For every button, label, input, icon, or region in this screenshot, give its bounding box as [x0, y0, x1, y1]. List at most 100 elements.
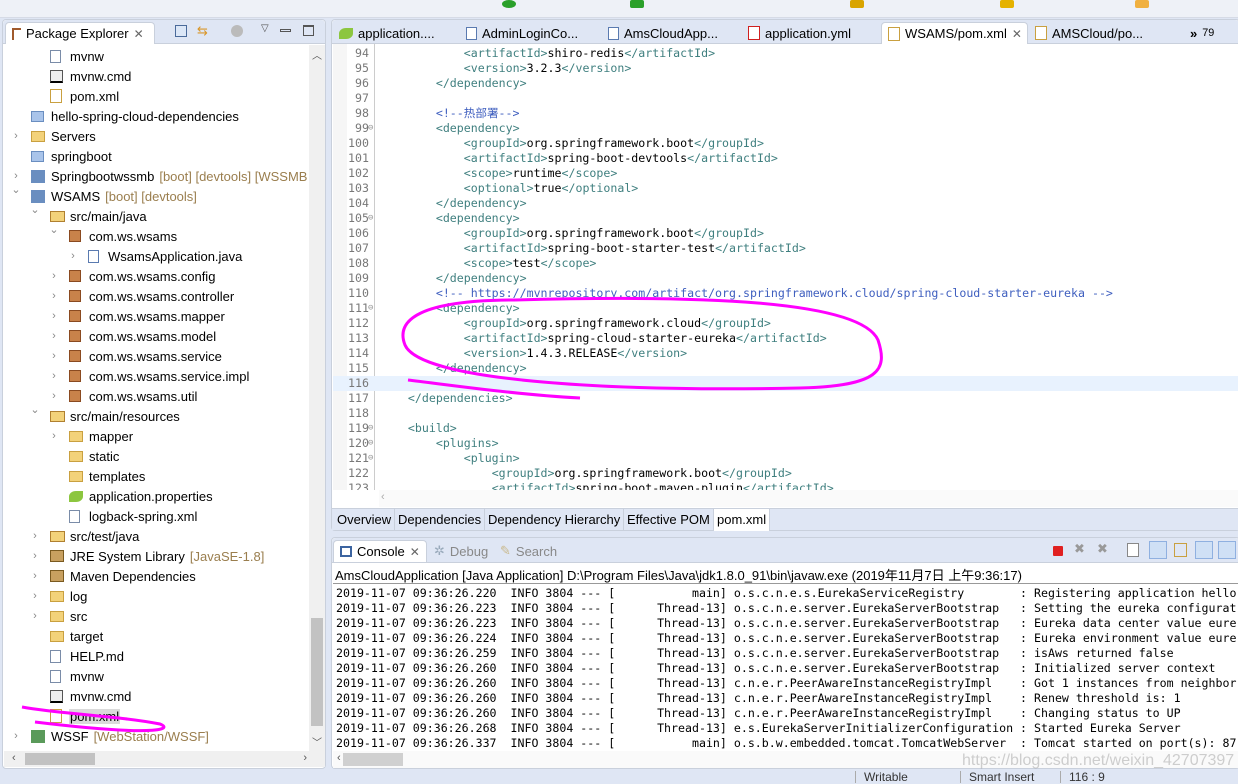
chevron-right-icon[interactable]: › — [49, 310, 59, 322]
code-line[interactable]: 108 <scope>test</scope> — [333, 256, 1238, 271]
fold-toggle-icon[interactable]: ⊖ — [368, 436, 373, 451]
scroll-up-icon[interactable]: ︿ — [312, 47, 322, 62]
code-line[interactable]: 96 </dependency> — [333, 76, 1238, 91]
code-line[interactable]: 103 <optional>true</optional> — [333, 181, 1238, 196]
tree-item[interactable]: › src — [4, 606, 88, 626]
chevron-right-icon[interactable]: › — [30, 550, 40, 562]
scroll-right-icon[interactable]: › — [303, 752, 307, 764]
chevron-right-icon[interactable]: › — [11, 730, 21, 742]
code-line[interactable]: 94 <artifactId>shiro-redis</artifactId> — [333, 46, 1238, 61]
scroll-down-icon[interactable]: ﹀ — [312, 734, 322, 749]
code-line[interactable]: 123 <artifactId>spring-boot-maven-plugin… — [333, 481, 1238, 490]
scroll-left-icon[interactable]: ‹ — [381, 491, 385, 503]
console-output[interactable]: 2019-11-07 09:36:26.220 INFO 3804 --- [ … — [332, 584, 1238, 752]
tree-item[interactable]: › mapper — [4, 426, 134, 446]
chevron-right-icon[interactable]: › — [49, 390, 59, 402]
editor-tab[interactable]: AdminLoginCo... — [460, 22, 601, 44]
chevron-right-icon[interactable]: › — [49, 370, 59, 382]
chevron-right-icon[interactable]: › — [49, 330, 59, 342]
scroll-left-icon[interactable]: ‹ — [337, 752, 341, 764]
scroll-thumb[interactable] — [343, 753, 403, 766]
tree-item[interactable]: HELP.md — [4, 646, 125, 666]
code-line[interactable]: 111 ⊖ <dependency> — [333, 301, 1238, 316]
tree-item[interactable]: › Maven Dependencies — [4, 566, 197, 586]
tree-item[interactable]: mvnw — [4, 666, 105, 686]
tree-item[interactable]: target — [4, 626, 104, 646]
tree-item[interactable]: ⌄ com.ws.wsams — [4, 223, 178, 246]
pom-page-tab[interactable]: Dependency Hierarchy — [485, 509, 625, 531]
chevron-down-icon[interactable]: ⌄ — [30, 403, 40, 416]
chevron-down-icon[interactable]: ⌄ — [49, 223, 59, 236]
tree-item[interactable]: › com.ws.wsams.service — [4, 346, 223, 366]
tab-console[interactable]: Console ✕ — [333, 540, 427, 562]
chevron-right-icon[interactable]: › — [11, 130, 21, 142]
tab-package-explorer[interactable]: Package Explorer ✕ — [5, 22, 155, 44]
editor-tab[interactable]: AMSCloud/po... — [1029, 22, 1175, 44]
code-line[interactable]: 99 ⊖ <dependency> — [333, 121, 1238, 136]
tree-vertical-scrollbar[interactable]: ︿ ﹀ — [309, 45, 325, 751]
tree-item[interactable]: › com.ws.wsams.service.impl — [4, 366, 250, 386]
code-line[interactable]: 109 </dependency> — [333, 271, 1238, 286]
chevron-right-icon[interactable]: › — [30, 530, 40, 542]
tree-item[interactable]: application.properties — [4, 486, 214, 506]
code-line[interactable]: 112 <groupId>org.springframework.cloud</… — [333, 316, 1238, 331]
close-icon[interactable]: ✕ — [1012, 27, 1022, 41]
tree-item[interactable]: mvnw — [4, 46, 105, 66]
code-line[interactable]: 110 <!-- https://mvnrepository.com/artif… — [333, 286, 1238, 301]
chevron-right-icon[interactable]: › — [49, 430, 59, 442]
chevron-right-icon[interactable]: › — [68, 250, 78, 262]
code-line[interactable]: 121 ⊖ <plugin> — [333, 451, 1238, 466]
remove-all-launches-icon[interactable]: ✖ — [1097, 541, 1108, 557]
tree-item[interactable]: ⌄ src/main/java — [4, 203, 148, 226]
xml-source-editor[interactable]: 94 <artifactId>shiro-redis</artifactId> 9… — [333, 44, 1238, 490]
tree-item[interactable]: › com.ws.wsams.controller — [4, 286, 235, 306]
chevron-down-icon[interactable]: ⌄ — [11, 183, 21, 196]
run-last-icon[interactable] — [630, 0, 644, 8]
chevron-right-icon[interactable]: › — [30, 570, 40, 582]
tree-horizontal-scrollbar[interactable]: ‹ › — [4, 751, 325, 767]
clear-console-icon[interactable] — [1127, 543, 1139, 557]
tab-search[interactable]: ✎ Search — [494, 540, 563, 562]
code-line[interactable]: 106 <groupId>org.springframework.boot</g… — [333, 226, 1238, 241]
word-wrap-icon[interactable] — [1174, 543, 1187, 557]
code-line[interactable]: 107 <artifactId>spring-boot-starter-test… — [333, 241, 1238, 256]
code-line[interactable]: 122 <groupId>org.springframework.boot</g… — [333, 466, 1238, 481]
editor-tab[interactable]: WSAMS/pom.xml ✕ — [881, 22, 1028, 44]
fold-toggle-icon[interactable]: ⊖ — [368, 451, 373, 466]
tree-item[interactable]: › Springbootwssmb [boot] [devtools] [WSSMB — [4, 166, 307, 186]
tab-debug[interactable]: ✲ Debug — [428, 540, 494, 562]
chevron-right-icon[interactable]: › — [11, 170, 21, 182]
tree-item[interactable]: › com.ws.wsams.config — [4, 266, 216, 286]
code-line[interactable]: 104 </dependency> — [333, 196, 1238, 211]
fold-toggle-icon[interactable]: ⊖ — [368, 211, 373, 226]
collapse-all-icon[interactable] — [175, 25, 187, 37]
code-line[interactable]: 101 <artifactId>spring-boot-devtools</ar… — [333, 151, 1238, 166]
close-icon[interactable]: ✕ — [410, 545, 420, 559]
tree-item[interactable]: › log — [4, 586, 88, 606]
editor-tab[interactable]: AmsCloudApp... — [602, 22, 741, 44]
tree-item[interactable]: mvnw.cmd — [4, 66, 132, 86]
code-line[interactable]: 95 <version>3.2.3</version> — [333, 61, 1238, 76]
chevron-right-icon[interactable]: › — [30, 610, 40, 622]
tree-item[interactable]: logback-spring.xml — [4, 506, 198, 526]
tree-item[interactable]: pom.xml — [4, 706, 121, 726]
tree-item[interactable]: mvnw.cmd — [4, 686, 132, 706]
tree-item[interactable]: › WsamsApplication.java — [4, 246, 243, 266]
tool-icon[interactable] — [850, 0, 864, 8]
warning-nav-icon[interactable] — [1000, 0, 1014, 8]
chevron-right-icon[interactable]: › — [49, 290, 59, 302]
tree-item[interactable]: springboot — [4, 146, 113, 166]
chevron-right-icon[interactable]: › — [49, 270, 59, 282]
code-line[interactable]: 119 ⊖ <build> — [333, 421, 1238, 436]
show-on-stdout-icon[interactable] — [1195, 541, 1213, 559]
tree-item[interactable]: › Servers — [4, 126, 97, 146]
tree-item[interactable]: hello-spring-cloud-dependencies — [4, 106, 240, 126]
fold-toggle-icon[interactable]: ⊖ — [368, 121, 373, 136]
editor-horizontal-scrollbar[interactable]: ‹ — [379, 490, 1238, 507]
maximize-icon[interactable] — [303, 25, 314, 36]
tree-item[interactable]: › com.ws.wsams.mapper — [4, 306, 226, 326]
run-icon[interactable] — [502, 0, 516, 8]
code-line[interactable]: 102 <scope>runtime</scope> — [333, 166, 1238, 181]
tree-item[interactable]: › JRE System Library [JavaSE-1.8] — [4, 546, 264, 566]
chevron-down-icon[interactable]: ⌄ — [30, 203, 40, 216]
